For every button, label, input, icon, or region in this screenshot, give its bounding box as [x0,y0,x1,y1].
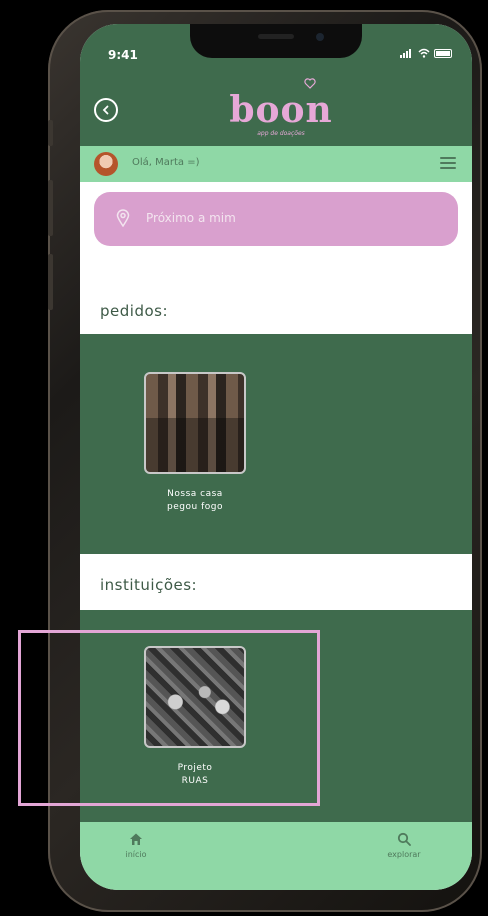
tab-explore[interactable]: explorar [374,832,434,859]
greeting-text: Olá, Marta =) [132,157,200,168]
battery-icon [434,48,452,58]
status-icons [400,48,452,58]
tab-explore-label: explorar [387,850,421,859]
search-icon [397,832,411,846]
location-filter-button[interactable]: Próximo a mim [94,192,458,246]
request-card[interactable]: Nossa casa pegou fogo [144,372,246,514]
volume-down-button [48,254,53,310]
avatar[interactable] [94,152,118,176]
app-header: 9:41 boon app de doações [80,24,472,146]
home-icon [130,833,142,845]
volume-up-button [48,180,53,236]
pedidos-list: Nossa casa pegou fogo [80,334,472,554]
request-title: Nossa casa pegou fogo [144,488,246,514]
request-title-line2: pegou fogo [167,502,223,512]
status-time: 9:41 [108,48,138,62]
signal-icon [400,48,414,58]
section-header-instituicoes: instituições: [80,554,472,610]
tab-home-label: início [125,850,147,859]
logo-text: boon [229,89,333,131]
location-filter-label: Próximo a mim [146,211,236,225]
greeting-bar: Olá, Marta =) [80,146,472,182]
bottom-tab-bar: início explorar [80,822,472,890]
highlight-box [18,630,320,806]
notch [190,24,362,58]
section-title: pedidos: [100,302,169,320]
request-image [144,372,246,474]
back-button[interactable] [94,98,118,122]
speaker [258,34,294,39]
logo-subtitle: app de doações [257,130,305,137]
mute-switch [48,120,53,146]
heart-icon [304,78,316,89]
menu-icon[interactable] [440,157,456,169]
location-pin-icon [116,209,130,227]
section-title: instituições: [100,576,198,594]
back-icon [102,105,109,115]
section-header-pedidos: pedidos: [80,288,472,334]
wifi-icon [418,48,430,58]
tab-home[interactable]: início [106,832,166,859]
front-camera [316,33,324,41]
app-logo: boon app de doações [226,76,336,146]
request-title-line1: Nossa casa [167,489,223,499]
